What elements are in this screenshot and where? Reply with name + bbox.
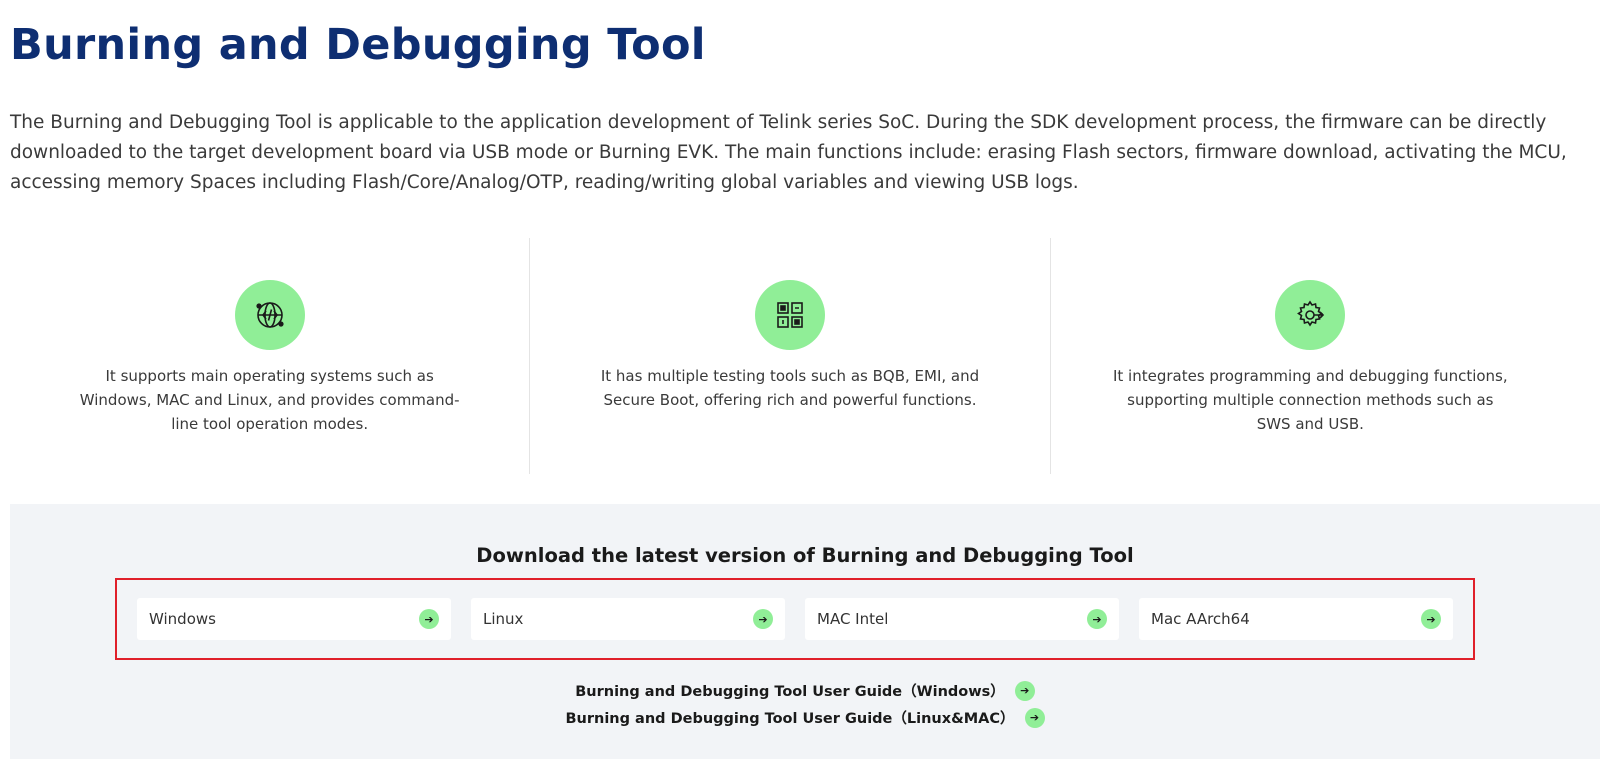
guide-label: Burning and Debugging Tool User Guide（Wi… xyxy=(575,684,1005,700)
user-guide-linux-mac-link[interactable]: Burning and Debugging Tool User Guide（Li… xyxy=(565,707,1045,728)
feature-list: It supports main operating systems such … xyxy=(10,238,1570,474)
guide-label: Burning and Debugging Tool User Guide（Li… xyxy=(565,711,1015,727)
arrow-right-icon: ➔ xyxy=(1421,609,1441,629)
page-title: Burning and Debugging Tool xyxy=(10,20,706,70)
download-section: Download the latest version of Burning a… xyxy=(10,504,1600,759)
arrow-right-icon: ➔ xyxy=(753,609,773,629)
feature-testing-tools: It has multiple testing tools such as BQ… xyxy=(530,238,1051,474)
feature-text: It supports main operating systems such … xyxy=(79,367,460,433)
download-mac-intel-button[interactable]: MAC Intel ➔ xyxy=(805,598,1119,640)
arrow-right-icon: ➔ xyxy=(419,609,439,629)
feature-text: It integrates programming and debugging … xyxy=(1112,367,1508,433)
download-windows-button[interactable]: Windows ➔ xyxy=(137,598,451,640)
download-mac-aarch64-button[interactable]: Mac AArch64 ➔ xyxy=(1139,598,1453,640)
feature-os-support: It supports main operating systems such … xyxy=(10,238,531,474)
download-linux-button[interactable]: Linux ➔ xyxy=(471,598,785,640)
arrow-right-icon: ➔ xyxy=(1087,609,1107,629)
download-options: Windows ➔ Linux ➔ MAC Intel ➔ Mac AArch6… xyxy=(115,578,1475,660)
user-guide-links: Burning and Debugging Tool User Guide（Wi… xyxy=(10,680,1600,728)
feature-text: It has multiple testing tools such as BQ… xyxy=(600,367,980,409)
download-heading: Download the latest version of Burning a… xyxy=(476,544,1134,567)
option-label: Windows xyxy=(149,610,216,628)
user-guide-windows-link[interactable]: Burning and Debugging Tool User Guide（Wi… xyxy=(575,680,1035,701)
option-label: Linux xyxy=(483,610,524,628)
gear-connect-icon xyxy=(1275,280,1346,350)
test-modules-icon xyxy=(754,280,825,350)
feature-programming-debugging: It integrates programming and debugging … xyxy=(1051,238,1570,474)
code-globe-icon xyxy=(234,280,305,350)
arrow-right-icon: ➔ xyxy=(1014,680,1035,701)
option-label: Mac AArch64 xyxy=(1151,610,1250,628)
arrow-right-icon: ➔ xyxy=(1024,707,1045,728)
intro-paragraph: The Burning and Debugging Tool is applic… xyxy=(10,112,1567,193)
option-label: MAC Intel xyxy=(817,610,889,628)
